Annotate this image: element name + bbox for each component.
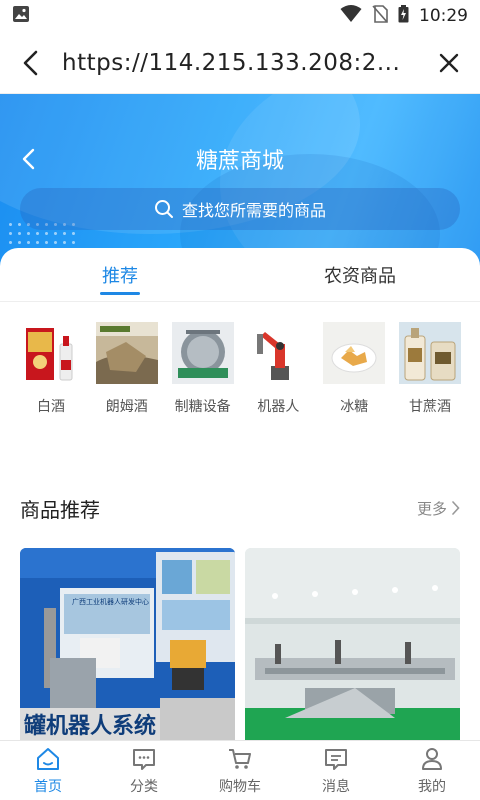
sugar-equipment-image (171, 322, 234, 384)
product-list: 罐机器人系统 广西工业机器人研发中心 (20, 548, 460, 740)
bottom-nav: 首页 分类 购物车 消息 我的 (0, 740, 480, 800)
search-placeholder: 查找您所需要的商品 (181, 201, 326, 220)
category-grid: 白酒 朗姆酒 制糖设备 机器人 冰糖 甘蔗酒 (0, 302, 480, 416)
status-time: 10:29 (419, 6, 468, 26)
chevron-right-icon (452, 501, 460, 515)
product-sign-text: 广西工业机器人研发中心 (72, 597, 149, 606)
category-item-robot[interactable]: 机器人 (247, 322, 310, 416)
home-icon (37, 747, 59, 770)
nav-messages[interactable]: 消息 (288, 741, 384, 800)
nav-label: 消息 (322, 778, 350, 795)
cart-icon (229, 748, 251, 769)
category-label: 冰糖 (340, 399, 369, 415)
message-icon (325, 748, 347, 770)
nav-label: 首页 (34, 778, 62, 795)
category-item-rum[interactable]: 朗姆酒 (95, 322, 158, 416)
gallery-notification-icon (12, 5, 30, 28)
product-card[interactable]: 罐机器人系统 广西工业机器人研发中心 (20, 548, 235, 740)
status-bar: 10:29 (0, 0, 480, 32)
category-item-baijiu[interactable]: 白酒 (20, 322, 82, 416)
nav-category[interactable]: 分类 (96, 741, 192, 800)
tab-recommend[interactable]: 推荐 (0, 248, 240, 301)
search-bar[interactable]: 查找您所需要的商品 (20, 188, 460, 230)
battery-icon (398, 4, 409, 28)
browser-url[interactable]: https://114.215.133.208:2... (62, 50, 418, 76)
category-label: 白酒 (37, 399, 65, 415)
page-back-button[interactable] (0, 134, 56, 184)
nav-label: 购物车 (219, 778, 261, 795)
nav-profile[interactable]: 我的 (384, 741, 480, 800)
browser-back-button[interactable] (0, 32, 62, 94)
baijiu-image (20, 322, 82, 384)
tab-label: 农资商品 (324, 265, 396, 287)
close-icon (439, 53, 459, 72)
no-sim-icon (372, 4, 388, 28)
more-link[interactable]: 更多 (417, 498, 460, 519)
page-title: 糖蔗商城 (195, 149, 284, 174)
category-label: 朗姆酒 (105, 399, 148, 415)
category-label: 机器人 (257, 399, 300, 415)
arrow-left-icon (23, 50, 38, 75)
product-image-factory-line (245, 548, 460, 740)
section-title: 商品推荐 (20, 497, 100, 522)
tab-bar: 推荐 农资商品 (0, 248, 480, 302)
category-label: 制糖设备 (174, 399, 231, 415)
sugarcane-wine-image (398, 322, 461, 384)
category-item-rock-sugar[interactable]: 冰糖 (323, 322, 386, 416)
hero-header: 糖蔗商城 查找您所需要的商品 (0, 94, 480, 274)
robot-image (247, 322, 310, 384)
product-card[interactable] (245, 548, 460, 740)
category-item-sugarcane-wine[interactable]: 甘蔗酒 (398, 322, 461, 416)
wifi-icon (340, 4, 362, 28)
tab-label: 推荐 (102, 265, 138, 287)
browser-toolbar: https://114.215.133.208:2... (0, 32, 480, 94)
browser-close-button[interactable] (418, 32, 480, 94)
search-icon (154, 200, 173, 218)
more-label: 更多 (416, 499, 447, 518)
nav-label: 我的 (418, 778, 446, 795)
nav-label: 分类 (130, 778, 158, 795)
category-label: 甘蔗酒 (408, 399, 451, 415)
tab-active-indicator (100, 292, 140, 295)
rock-sugar-image (323, 322, 386, 384)
product-caption: 罐机器人系统 (23, 713, 156, 739)
nav-cart[interactable]: 购物车 (192, 741, 288, 800)
chevron-left-icon (22, 148, 35, 170)
nav-home[interactable]: 首页 (0, 741, 96, 800)
user-icon (422, 747, 442, 770)
section-header: 商品推荐 更多 (20, 492, 460, 524)
category-item-sugar-equipment[interactable]: 制糖设备 (171, 322, 234, 416)
tab-agri-products[interactable]: 农资商品 (240, 248, 480, 301)
main-content: 推荐 农资商品 白酒 朗姆酒 制糖设备 机器人 冰糖 甘蔗酒 商品推荐 更多 罐… (0, 248, 480, 740)
rum-image (95, 322, 158, 384)
product-image-robot-system: 罐机器人系统 广西工业机器人研发中心 (20, 548, 235, 740)
category-chat-icon (133, 748, 155, 770)
